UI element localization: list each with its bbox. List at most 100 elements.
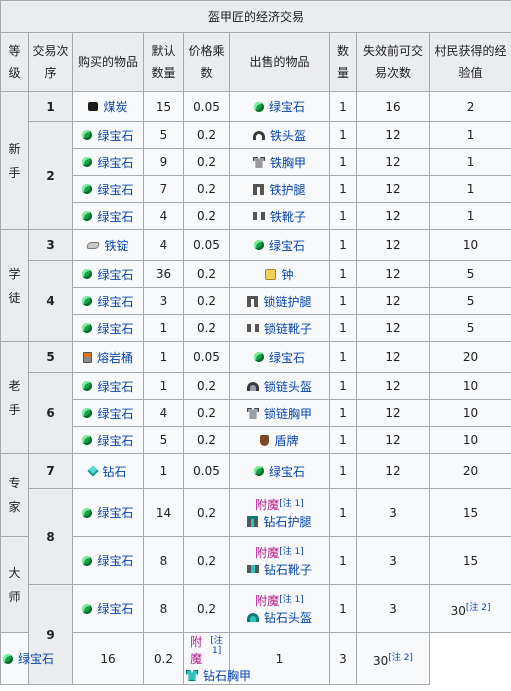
emerald-icon: [82, 555, 93, 566]
sell-item-name[interactable]: 铁头盔: [270, 127, 306, 144]
buy-item[interactable]: 绿宝石: [82, 600, 134, 617]
emerald-icon: [82, 130, 93, 140]
buy-item[interactable]: 绿宝石: [82, 552, 134, 569]
sell-item[interactable]: 钻石靴子: [246, 561, 312, 578]
sell-item[interactable]: 铁头盔: [252, 127, 306, 144]
table-row: 绿宝石 4 0.2 铁靴子 1 12 1: [1, 202, 511, 230]
sell-item-name[interactable]: 钻石头盔: [264, 609, 312, 626]
buy-item-name[interactable]: 绿宝石: [97, 320, 133, 337]
enchanted-label[interactable]: 附魔: [186, 633, 206, 667]
sell-item[interactable]: 绿宝石: [253, 349, 305, 366]
buy-item[interactable]: 绿宝石: [82, 127, 134, 144]
buy-item-name[interactable]: 绿宝石: [97, 600, 133, 617]
sell-item[interactable]: 铁靴子: [252, 208, 306, 225]
table-row: 大 师绿宝石 8 0.2 附魔 [注 1] 钻石靴子 1 3 15: [0, 536, 511, 633]
emerald-icon: [82, 381, 93, 391]
enchanted-line: 附魔 [注 1]: [186, 633, 227, 667]
sell-item[interactable]: 绿宝石: [253, 463, 305, 480]
sell-item-name[interactable]: 绿宝石: [269, 237, 305, 254]
buy-item-name[interactable]: 绿宝石: [97, 293, 133, 310]
buy-item-name[interactable]: 绿宝石: [97, 552, 133, 569]
sell-item[interactable]: 铁护腿: [253, 181, 306, 198]
buy-item-name[interactable]: 熔岩桶: [97, 349, 133, 366]
footnote-ref[interactable]: [注 1]: [279, 544, 304, 561]
sell-item[interactable]: 钻石胸甲: [186, 667, 251, 684]
footnote-ref[interactable]: [注 1]: [279, 496, 304, 513]
sell-item[interactable]: 锁链靴子: [246, 320, 312, 337]
enchanted-label[interactable]: 附魔: [255, 544, 279, 561]
buy-item[interactable]: 绿宝石: [3, 650, 54, 667]
sell-item[interactable]: 绿宝石: [253, 237, 305, 254]
sell-item-name[interactable]: 锁链靴子: [264, 320, 312, 337]
sell-item-name[interactable]: 锁链头盔: [264, 378, 312, 395]
footnote-ref[interactable]: [注 1]: [279, 592, 304, 609]
buy-item[interactable]: 绿宝石: [82, 320, 134, 337]
sell-item-name[interactable]: 钟: [281, 266, 293, 283]
footnote-ref[interactable]: [注 1]: [206, 633, 227, 667]
sell-cell: 附魔 [注 1] 钻石头盔: [229, 584, 330, 633]
buy-item[interactable]: 绿宝石: [82, 432, 134, 449]
footnote-ref[interactable]: [注 2]: [466, 603, 491, 613]
sell-item-name[interactable]: 铁护腿: [269, 181, 305, 198]
buy-item[interactable]: 熔岩桶: [82, 349, 133, 366]
buy-item-name[interactable]: 铁锭: [104, 237, 128, 254]
xp-value: 20: [462, 350, 479, 364]
sell-item[interactable]: 钟: [265, 266, 294, 283]
buy-item-name[interactable]: 绿宝石: [97, 208, 133, 225]
header-qty: 数量: [329, 32, 357, 92]
sell-item-name[interactable]: 绿宝石: [269, 98, 305, 115]
sell-item[interactable]: 铁胸甲: [252, 154, 306, 171]
sell-item[interactable]: 锁链头盔: [246, 378, 312, 395]
sell-item-name[interactable]: 钻石靴子: [264, 561, 312, 578]
footnote-ref[interactable]: [注 2]: [388, 653, 413, 663]
sell-item-name[interactable]: 锁链护腿: [263, 293, 311, 310]
buy-item[interactable]: 绿宝石: [82, 154, 134, 171]
villager-xp-cell: 5: [428, 314, 511, 342]
sell-item-name[interactable]: 绿宝石: [269, 349, 305, 366]
buy-item-name[interactable]: 绿宝石: [97, 154, 133, 171]
sell-item-name[interactable]: 盾牌: [274, 432, 298, 449]
diamond-helmet-icon: [246, 612, 259, 622]
buy-item-name[interactable]: 绿宝石: [97, 266, 133, 283]
sell-item[interactable]: 绿宝石: [253, 98, 305, 115]
buy-cell: 绿宝石: [0, 632, 54, 685]
buy-item[interactable]: 绿宝石: [82, 181, 134, 198]
emerald-icon: [82, 157, 93, 167]
buy-item[interactable]: 绿宝石: [82, 378, 134, 395]
buy-item[interactable]: 绿宝石: [82, 293, 134, 310]
buy-item-name[interactable]: 煤炭: [103, 98, 127, 115]
sell-item-name[interactable]: 铁靴子: [270, 208, 306, 225]
enchanted-label[interactable]: 附魔: [255, 592, 279, 609]
buy-item-name[interactable]: 绿宝石: [97, 405, 133, 422]
buy-item[interactable]: 钻石: [87, 463, 127, 480]
sell-item[interactable]: 钻石护腿: [247, 513, 312, 530]
sell-item-name[interactable]: 锁链胸甲: [264, 405, 312, 422]
buy-item-name[interactable]: 绿宝石: [97, 504, 133, 521]
max-uses-cell: 12: [356, 341, 430, 373]
buy-item[interactable]: 绿宝石: [82, 405, 134, 422]
sell-item[interactable]: 锁链胸甲: [246, 405, 312, 422]
sell-item-name[interactable]: 钻石胸甲: [203, 667, 251, 684]
buy-item[interactable]: 铁锭: [86, 237, 129, 254]
buy-item-name[interactable]: 绿宝石: [97, 181, 133, 198]
sell-item[interactable]: 锁链护腿: [247, 293, 312, 310]
buy-item[interactable]: 煤炭: [88, 98, 128, 115]
enchanted-label[interactable]: 附魔: [255, 496, 279, 513]
table-row: 绿宝石 9 0.2 铁胸甲 1 12 1: [1, 148, 511, 176]
sell-item-name[interactable]: 钻石护腿: [263, 513, 311, 530]
buy-item-name[interactable]: 钻石: [102, 463, 126, 480]
buy-item-name[interactable]: 绿宝石: [18, 650, 54, 667]
chainmail-leggings-icon: [247, 295, 259, 307]
buy-item-name[interactable]: 绿宝石: [97, 127, 133, 144]
buy-item[interactable]: 绿宝石: [82, 504, 134, 521]
buy-item-name[interactable]: 绿宝石: [97, 378, 133, 395]
buy-item[interactable]: 绿宝石: [82, 266, 134, 283]
buy-item[interactable]: 绿宝石: [82, 208, 134, 225]
buy-cell: 绿宝石: [72, 584, 144, 633]
sell-item-name[interactable]: 绿宝石: [269, 463, 305, 480]
sell-item-name[interactable]: 铁胸甲: [270, 154, 306, 171]
buy-item-name[interactable]: 绿宝石: [97, 432, 133, 449]
sell-item[interactable]: 盾牌: [260, 432, 299, 449]
sell-cell: 绿宝石: [229, 229, 330, 261]
sell-item[interactable]: 钻石头盔: [246, 609, 312, 626]
